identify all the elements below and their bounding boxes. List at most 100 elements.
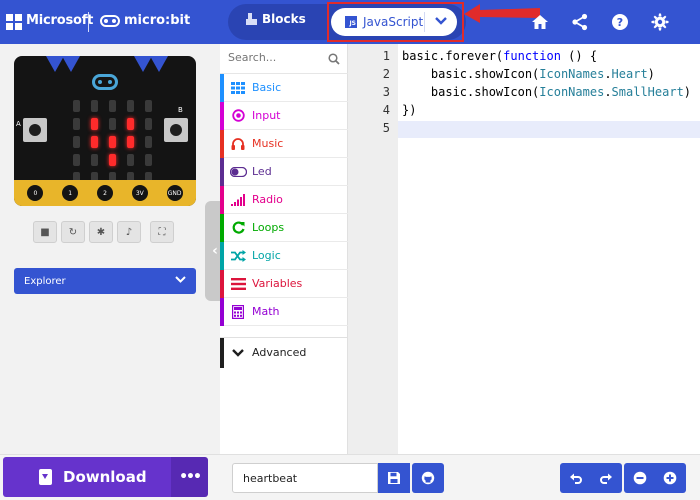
calculator-icon	[224, 304, 252, 319]
code-line[interactable]: })	[402, 103, 416, 117]
mute-icon[interactable]: ♪	[117, 221, 141, 243]
zoom-out-button[interactable]	[624, 463, 656, 493]
fullscreen-icon[interactable]: ⛶	[150, 221, 174, 243]
category-label: Input	[252, 109, 281, 122]
code-keyword: function	[503, 49, 561, 63]
led-on	[127, 136, 134, 148]
tab-blocks-label: Blocks	[262, 12, 306, 26]
category-label: Basic	[252, 81, 282, 94]
category-loops[interactable]: Loops	[220, 213, 348, 242]
download-icon	[39, 469, 52, 485]
code-token: .	[604, 85, 612, 99]
pin-3v[interactable]: 3V	[131, 185, 148, 201]
code-line[interactable]: basic.showIcon(IconNames.Heart)	[402, 67, 655, 81]
debug-icon[interactable]: ✱	[89, 221, 113, 243]
category-basic[interactable]: Basic	[220, 73, 348, 102]
code-token: )	[647, 67, 655, 81]
settings-icon[interactable]	[647, 9, 673, 35]
chevron-down-icon	[224, 348, 252, 357]
target-icon	[224, 109, 252, 122]
category-label: Math	[252, 305, 280, 318]
pin-0[interactable]: 0	[27, 185, 44, 201]
list-icon	[224, 277, 252, 290]
category-led[interactable]: Led	[220, 157, 348, 186]
code-editor[interactable]: 1 2 3 4 5 basic.forever(function () { ba…	[348, 44, 700, 454]
category-label: Led	[252, 165, 272, 178]
toggle-icon	[224, 166, 252, 177]
signal-icon	[224, 193, 252, 206]
brand-divider	[88, 12, 89, 32]
category-math[interactable]: Math	[220, 297, 348, 326]
code-enum: IconNames	[539, 67, 605, 81]
code-token: basic.showIcon(	[402, 67, 540, 81]
board-notch	[150, 56, 168, 72]
download-button[interactable]: Download	[3, 457, 171, 497]
stop-icon[interactable]: ■	[33, 221, 57, 243]
microbit-logo-icon	[100, 15, 120, 27]
category-music[interactable]: Music	[220, 129, 348, 158]
pin-gnd[interactable]: GND	[166, 185, 183, 201]
more-options-button[interactable]: •••	[171, 457, 208, 497]
led-on	[91, 136, 98, 148]
category-logic[interactable]: Logic	[220, 241, 348, 270]
category-label: Music	[252, 137, 284, 150]
top-bar: Microsoft micro:bit Blocks JS JavaScript…	[0, 0, 700, 44]
github-button[interactable]	[412, 463, 444, 493]
microsoft-logo-icon	[6, 14, 22, 30]
button-b[interactable]	[164, 118, 188, 142]
share-icon[interactable]	[567, 9, 593, 35]
category-variables[interactable]: Variables	[220, 269, 348, 298]
code-token: basic.showIcon(	[402, 85, 540, 99]
code-line[interactable]: basic.forever(function () {	[402, 49, 597, 63]
search-icon[interactable]	[328, 53, 340, 65]
code-token: basic.forever(	[402, 49, 504, 63]
category-label: Loops	[252, 221, 285, 234]
explorer-button[interactable]: Explorer	[14, 268, 196, 294]
microbit-label: micro:bit	[124, 13, 191, 28]
line-number: 3	[382, 85, 390, 99]
led-off	[145, 118, 152, 130]
category-label: Advanced	[252, 346, 307, 359]
save-button[interactable]	[378, 463, 410, 493]
button-a[interactable]	[23, 118, 47, 142]
line-number: 2	[382, 67, 390, 81]
zoom-in-button[interactable]	[654, 463, 686, 493]
category-advanced[interactable]: Advanced	[220, 337, 348, 368]
pin-strip: 0 1 2 3V GND	[14, 180, 196, 206]
loop-icon	[224, 221, 252, 234]
home-icon[interactable]	[527, 9, 553, 35]
led-off	[109, 100, 116, 112]
undo-button[interactable]	[560, 463, 592, 493]
led-off	[145, 136, 152, 148]
bottom-bar: Download •••	[0, 454, 700, 500]
line-number: 1	[382, 49, 390, 63]
github-icon	[421, 471, 435, 485]
category-radio[interactable]: Radio	[220, 185, 348, 214]
help-icon[interactable]: ?	[607, 9, 633, 35]
led-on	[91, 118, 98, 130]
line-number: 5	[382, 121, 390, 135]
shuffle-icon	[224, 249, 252, 262]
microbit-board[interactable]: A B 0 1 2 3V GND	[14, 56, 196, 206]
pin-1[interactable]: 1	[62, 185, 79, 201]
redo-button[interactable]	[590, 463, 622, 493]
search-input[interactable]	[228, 51, 318, 64]
microsoft-label: Microsoft	[26, 13, 94, 28]
led-on	[127, 118, 134, 130]
top-actions: ?	[527, 9, 673, 35]
led-on	[109, 136, 116, 148]
simulator-panel: A B 0 1 2 3V GND ■ ↻ ✱ ♪ ⛶ Explorer	[0, 44, 220, 454]
pin-2[interactable]: 2	[96, 185, 113, 201]
code-enum-value: Heart	[611, 67, 648, 81]
led-off	[127, 100, 134, 112]
led-off	[109, 118, 116, 130]
restart-icon[interactable]: ↻	[61, 221, 85, 243]
category-input[interactable]: Input	[220, 101, 348, 130]
led-off	[73, 100, 80, 112]
led-off	[73, 136, 80, 148]
project-name-input[interactable]	[232, 463, 378, 493]
code-line[interactable]: basic.showIcon(IconNames.SmallHeart)	[402, 85, 691, 99]
microbit-face-icon	[92, 74, 118, 90]
tab-blocks[interactable]: Blocks	[246, 12, 306, 26]
led-off	[127, 154, 134, 166]
